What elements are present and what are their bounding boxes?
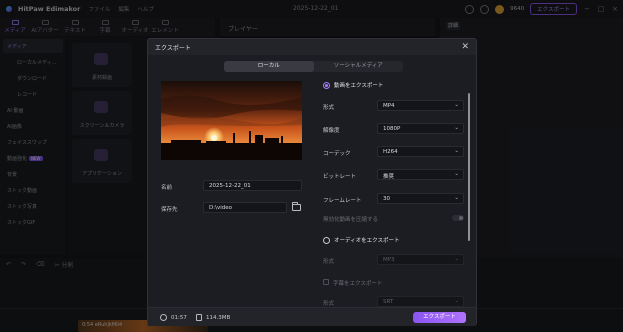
codec-label: コーデック	[323, 151, 351, 157]
codec-value: H264	[383, 149, 398, 155]
resolution-value: 1080P	[383, 126, 401, 132]
save-path-value: D:\video	[209, 205, 232, 211]
save-path-input[interactable]: D:\video	[203, 202, 287, 213]
dialog-header: エクスポート ✕	[148, 39, 476, 55]
resolution-label: 解像度	[323, 128, 340, 134]
subtitle-format-value: SRT	[383, 299, 394, 305]
chevron-down-icon: ⌄	[454, 171, 459, 177]
codec-select[interactable]: H264 ⌄	[377, 146, 464, 157]
audio-format-label: 形式	[323, 259, 335, 265]
compress-label: 無効化動画を圧縮する	[323, 217, 379, 223]
file-name-input[interactable]: 2025-12-22_01	[203, 180, 302, 191]
chevron-down-icon: ⌄	[454, 148, 459, 154]
tab-local[interactable]: ローカル	[224, 61, 314, 72]
chevron-down-icon: ⌄	[454, 125, 459, 131]
bitrate-value: 推奨	[383, 174, 395, 180]
framerate-select[interactable]: 30 ⌄	[377, 193, 464, 204]
subtitle-format-select[interactable]: SRT ⌄	[377, 296, 464, 307]
filesize-value: 114.3MB	[206, 314, 231, 321]
chevron-down-icon: ⌄	[454, 102, 459, 108]
format-select[interactable]: MP4 ⌄	[377, 100, 464, 111]
tab-social-media[interactable]: ソーシャルメディア	[314, 61, 404, 72]
format-label: 形式	[323, 105, 335, 111]
subtitle-export-checkbox[interactable]	[323, 279, 329, 285]
chevron-down-icon: ⌄	[454, 256, 459, 262]
video-export-radio[interactable]	[323, 81, 330, 89]
bitrate-label: ビットレート	[323, 174, 357, 180]
dialog-title: エクスポート	[155, 44, 191, 52]
folder-icon[interactable]	[292, 202, 301, 211]
subtitle-export-label: 字幕をエクスポート	[333, 281, 383, 287]
resolution-select[interactable]: 1080P ⌄	[377, 123, 464, 134]
bitrate-select[interactable]: 推奨 ⌄	[377, 169, 464, 180]
close-icon[interactable]: ✕	[461, 42, 469, 52]
dialog-body: ローカル ソーシャルメディア 名前 2025-12-22_01 保存先 D:\v…	[148, 55, 476, 307]
export-button[interactable]: エクスポート	[413, 312, 466, 323]
dialog-footer: 01:57 114.3MB エクスポート	[148, 307, 476, 326]
video-export-label: 動画をエクスポート	[334, 83, 384, 89]
subtitle-format-label: 形式	[323, 301, 335, 307]
framerate-value: 30	[383, 196, 390, 202]
save-location-label: 保存先	[161, 207, 178, 213]
file-icon	[196, 314, 202, 321]
filesize-info: 114.3MB	[196, 314, 230, 321]
export-target-tabs: ローカル ソーシャルメディア	[224, 61, 403, 72]
audio-export-option[interactable]: オーディオをエクスポート	[323, 236, 399, 244]
chevron-down-icon: ⌄	[454, 298, 459, 304]
compress-toggle[interactable]	[452, 215, 464, 221]
video-export-option[interactable]: 動画をエクスポート	[323, 81, 383, 89]
duration-info: 01:57	[160, 314, 187, 321]
format-value: MP4	[383, 103, 395, 109]
audio-format-select[interactable]: MP3 ⌄	[377, 254, 464, 265]
export-dialog: エクスポート ✕ ローカル ソーシャルメディア 名前 2025-12-22_01…	[147, 38, 477, 326]
sunset-image	[161, 81, 302, 160]
clock-icon	[160, 314, 167, 321]
audio-export-radio[interactable]	[323, 236, 330, 244]
audio-format-value: MP3	[383, 257, 395, 263]
chevron-down-icon: ⌄	[454, 195, 459, 201]
video-thumbnail	[161, 81, 302, 160]
name-label: 名前	[161, 185, 173, 191]
duration-value: 01:57	[171, 314, 187, 321]
audio-export-label: オーディオをエクスポート	[334, 238, 400, 244]
framerate-label: フレームレート	[323, 198, 362, 204]
file-name-value: 2025-12-22_01	[209, 183, 251, 189]
options-scrollbar[interactable]	[468, 93, 470, 241]
